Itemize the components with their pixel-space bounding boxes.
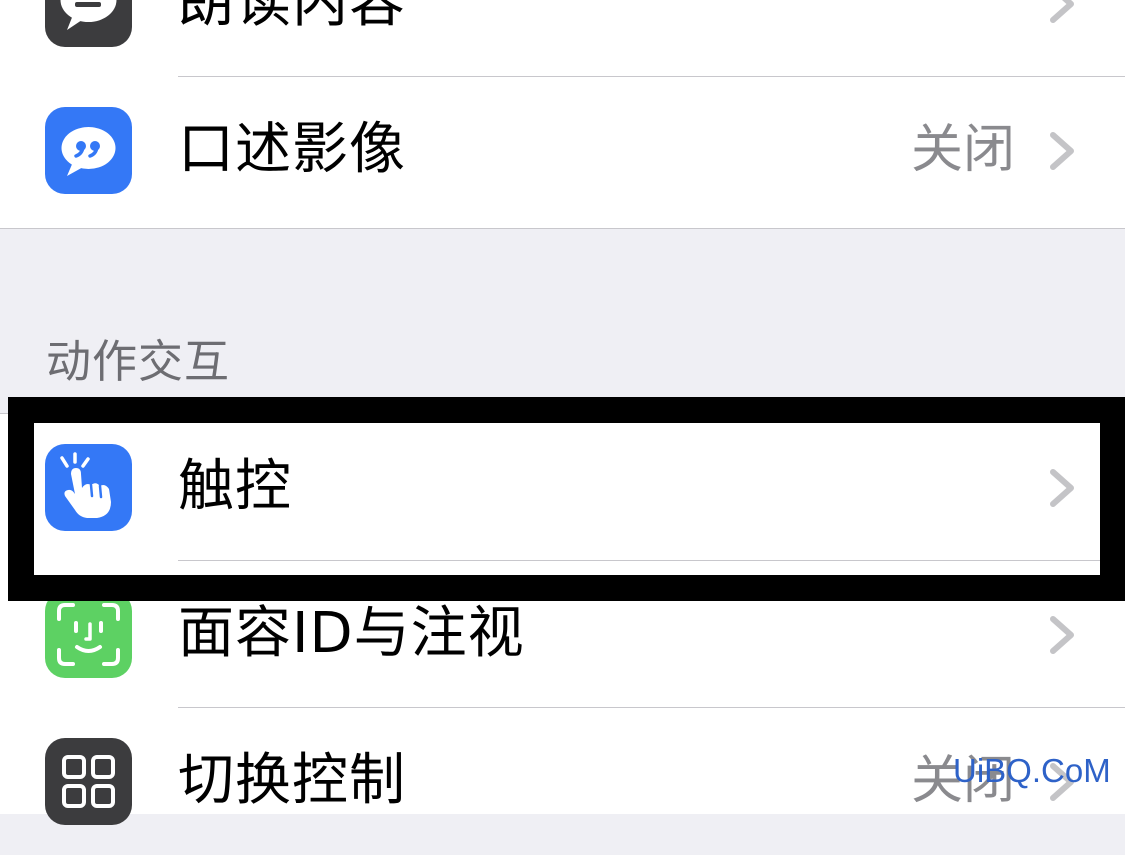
row-label: 朗读内容 (178, 0, 406, 35)
chevron-right-icon (1047, 615, 1077, 655)
section-header: 动作交互 (46, 335, 231, 388)
accessibility-group-vision: 朗读内容 口述影像 关闭 (0, 0, 1125, 229)
row-label: 触控 (178, 454, 292, 519)
row-value: 关闭 (910, 120, 1015, 180)
row-label: 面容ID与注视 (178, 601, 525, 666)
watermark: UiBQ.CoM (953, 752, 1111, 789)
chevron-right-icon (1047, 131, 1077, 171)
quote-bubble-icon (45, 107, 132, 194)
speech-bubble-icon (45, 0, 132, 47)
row-label: 口述影像 (178, 117, 406, 182)
chevron-right-icon (1047, 468, 1077, 508)
chevron-right-icon (1047, 0, 1077, 24)
settings-row-face-id-attention[interactable]: 面容ID与注视 (0, 561, 1125, 708)
grid-icon (45, 738, 132, 825)
face-id-icon (45, 591, 132, 678)
settings-row-audio-descriptions[interactable]: 口述影像 关闭 (0, 77, 1125, 224)
settings-row-touch[interactable]: 触控 (0, 414, 1125, 561)
settings-row-spoken-content[interactable]: 朗读内容 (0, 0, 1125, 77)
hand-pointer-icon (45, 444, 132, 531)
row-label: 切换控制 (178, 748, 406, 813)
